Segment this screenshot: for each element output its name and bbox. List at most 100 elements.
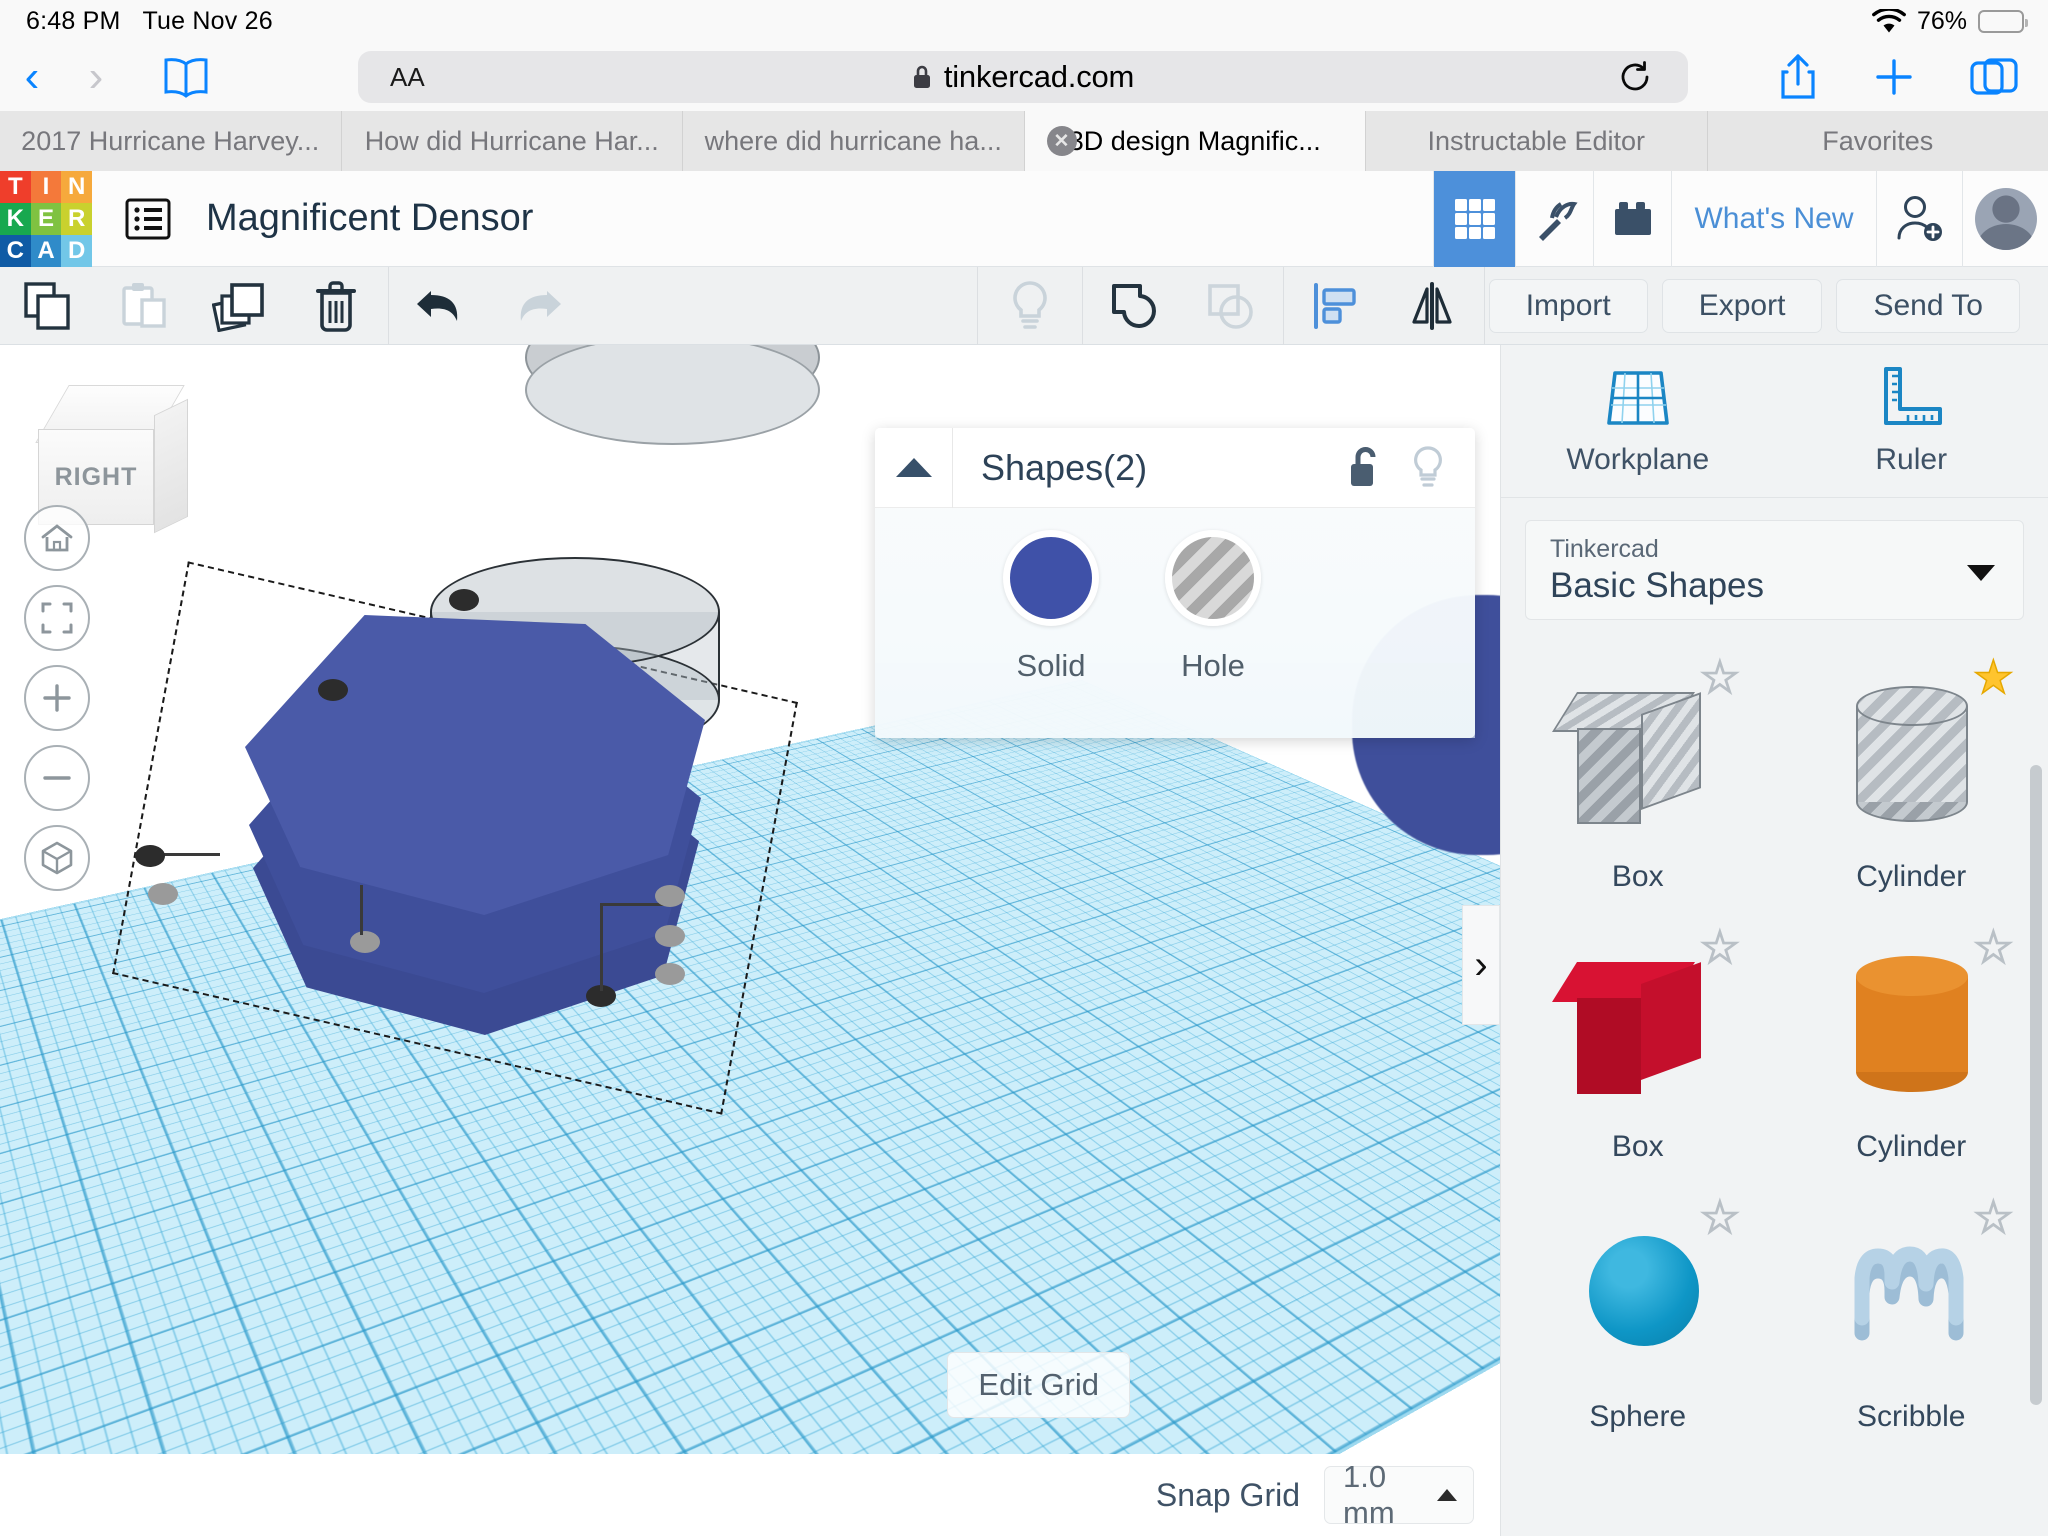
logo-tile: D <box>61 234 92 267</box>
tabs-icon[interactable] <box>1970 55 2018 99</box>
reload-icon[interactable] <box>1618 60 1652 94</box>
handle-stem <box>600 905 603 991</box>
share-icon[interactable] <box>1778 53 1818 101</box>
avatar[interactable] <box>1962 171 2048 267</box>
resize-handle[interactable] <box>350 931 380 953</box>
logo-tile: I <box>30 170 62 203</box>
resize-handle[interactable] <box>148 883 178 905</box>
ruler-icon <box>1876 365 1946 431</box>
app-header: T I N K E R C A D Magnificent Densor Wha… <box>0 170 2048 267</box>
resize-handle[interactable] <box>655 963 685 985</box>
shape-grid: ☆ Box ★ Cylinder ☆ Box ☆ Cylinder ☆ Sphe… <box>1501 642 2048 1452</box>
shape-item-box-red[interactable]: ☆ Box <box>1501 912 1775 1182</box>
pickaxe-icon[interactable] <box>1515 171 1593 267</box>
book-icon[interactable] <box>158 55 214 99</box>
send-to-button[interactable]: Send To <box>1836 278 2020 333</box>
tab-strip: 2017 Hurricane Harvey... How did Hurrica… <box>0 111 2048 171</box>
lightbulb-icon[interactable] <box>1409 445 1447 491</box>
unlock-icon[interactable] <box>1347 445 1385 491</box>
workplane-tool[interactable]: Workplane <box>1501 345 1775 497</box>
workplane-label: Workplane <box>1566 443 1710 476</box>
import-button[interactable]: Import <box>1488 278 1648 333</box>
chevron-down-icon[interactable] <box>1967 565 1995 581</box>
grid-view-icon[interactable] <box>1433 171 1515 267</box>
resize-handle[interactable] <box>655 925 685 947</box>
forward-chevron-icon[interactable]: › <box>64 55 128 99</box>
copy-icon[interactable] <box>0 267 96 345</box>
lego-brick-icon[interactable] <box>1593 171 1671 267</box>
solid-option[interactable]: Solid <box>1003 530 1099 684</box>
hole-option[interactable]: Hole <box>1165 530 1261 684</box>
shape-label: Cylinder <box>1856 860 1967 893</box>
rotation-handle[interactable] <box>449 589 479 611</box>
triangle-up-icon[interactable] <box>875 427 953 508</box>
url-text: tinkercad.com <box>943 59 1135 94</box>
undo-arrow-icon[interactable] <box>393 267 489 345</box>
lightbulb-icon[interactable] <box>982 267 1078 345</box>
ruler-tool[interactable]: Ruler <box>1775 345 2048 497</box>
mirror-icon[interactable] <box>1384 267 1480 345</box>
trash-icon[interactable] <box>288 267 384 345</box>
shapes-inspector-panel[interactable]: Shapes(2) Solid Hole <box>875 427 1475 738</box>
shape-item-cylinder-orange[interactable]: ☆ Cylinder <box>1775 912 2048 1182</box>
hole-pattern-swatch[interactable] <box>1165 530 1261 626</box>
tinkercad-logo[interactable]: T I N K E R C A D <box>0 170 92 267</box>
resize-handle[interactable] <box>655 885 685 907</box>
browser-tab-active[interactable]: ✕ 3D design Magnific... <box>1024 111 1366 171</box>
export-button[interactable]: Export <box>1661 278 1823 333</box>
browser-tab[interactable]: 2017 Hurricane Harvey... <box>0 111 342 171</box>
logo-tile: K <box>0 202 31 235</box>
fit-to-view-icon[interactable] <box>24 585 90 651</box>
shape-item-cylinder-hole[interactable]: ★ Cylinder <box>1775 642 2048 912</box>
whats-new-link[interactable]: What's New <box>1671 171 1876 267</box>
home-icon[interactable] <box>24 505 90 571</box>
snap-grid-value: 1.0 mm <box>1343 1459 1395 1530</box>
shape-library-dropdown[interactable]: Tinkercad Basic Shapes <box>1525 520 2024 620</box>
align-icon[interactable] <box>1288 267 1384 345</box>
tab-label: where did hurricane ha... <box>704 125 1002 156</box>
plus-icon[interactable] <box>1872 55 1916 99</box>
close-icon[interactable]: ✕ <box>1046 126 1077 156</box>
shape-item-sphere[interactable]: ☆ Sphere <box>1501 1182 1775 1452</box>
solid-color-swatch[interactable] <box>1003 530 1099 626</box>
edit-toolbar: Import Export Send To <box>0 266 2048 345</box>
duplicate-icon[interactable] <box>192 267 288 345</box>
group-icon[interactable] <box>1087 267 1183 345</box>
library-name: Basic Shapes <box>1550 566 1765 605</box>
orthographic-toggle-icon[interactable] <box>24 825 90 891</box>
handle-stem <box>360 885 363 935</box>
scene-object-selected-solid[interactable] <box>240 610 710 1042</box>
browser-tab[interactable]: Instructable Editor <box>1366 111 1708 171</box>
shape-item-scribble[interactable]: ☆ Scribble <box>1775 1182 2048 1452</box>
logo-tile: E <box>30 202 62 235</box>
zoom-out-icon[interactable] <box>24 745 90 811</box>
shape-item-box-hole[interactable]: ☆ Box <box>1501 642 1775 912</box>
page-title[interactable]: Magnificent Densor <box>206 197 533 240</box>
handle-stem <box>160 853 220 856</box>
sidebar-scrollbar[interactable] <box>2030 765 2042 1405</box>
resize-handle[interactable] <box>135 845 165 867</box>
browser-tab[interactable]: where did hurricane ha... <box>683 111 1025 171</box>
text-size-button[interactable]: AA <box>390 62 425 93</box>
url-field[interactable]: AA tinkercad.com <box>358 51 1688 103</box>
list-menu-icon[interactable] <box>122 195 174 243</box>
zoom-in-icon[interactable] <box>24 665 90 731</box>
paste-icon[interactable] <box>96 267 192 345</box>
status-time: 6:48 PM <box>26 7 121 35</box>
shape-label: Sphere <box>1589 1400 1687 1433</box>
snap-grid-select[interactable]: 1.0 mm <box>1324 1459 1474 1530</box>
rotation-handle[interactable] <box>318 679 348 701</box>
ungroup-icon[interactable] <box>1183 267 1279 345</box>
redo-arrow-icon[interactable] <box>489 267 585 345</box>
chevron-right-icon[interactable]: › <box>1462 905 1500 1025</box>
browser-tab[interactable]: Favorites <box>1707 111 2048 171</box>
add-person-icon[interactable] <box>1876 171 1962 267</box>
ruler-label: Ruler <box>1875 443 1948 476</box>
wifi-icon <box>1872 8 1906 35</box>
back-chevron-icon[interactable]: ‹ <box>0 55 64 99</box>
browser-tab[interactable]: How did Hurricane Har... <box>341 111 683 171</box>
caret-up-icon <box>1437 1489 1457 1501</box>
hole-label: Hole <box>1181 648 1245 683</box>
edit-grid-button[interactable]: Edit Grid <box>947 1352 1130 1418</box>
status-date: Tue Nov 26 <box>142 7 273 35</box>
